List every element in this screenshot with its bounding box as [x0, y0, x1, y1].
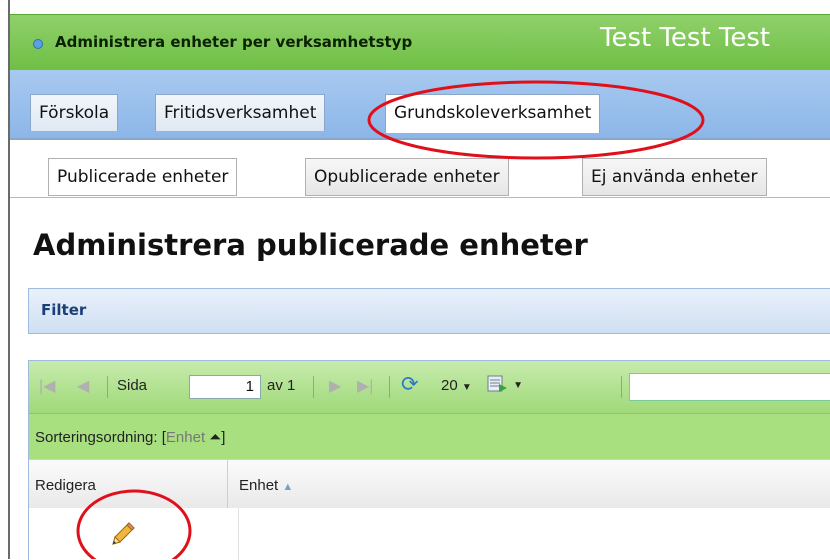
tab-forskola[interactable]: Förskola: [30, 94, 119, 131]
sort-order-label: Sorteringsordning: [: [35, 429, 166, 446]
search-input[interactable]: [629, 373, 830, 401]
sort-close: ]: [221, 429, 226, 446]
column-header-enhet[interactable]: Enhet ▲: [239, 477, 293, 494]
bullet-icon: [33, 39, 43, 49]
page-title: Administrera publicerade enheter: [33, 228, 588, 262]
export-icon: [487, 375, 507, 392]
app-header: Administrera enheter per verksamhetstyp …: [10, 14, 830, 72]
grid-column-header: Redigera Enhet ▲: [29, 459, 830, 509]
toolbar-separator: [107, 376, 108, 398]
last-page-icon[interactable]: ▶|: [357, 376, 373, 396]
page-size-select[interactable]: 20 ▼: [441, 377, 472, 394]
page-number-input[interactable]: 1: [189, 375, 261, 399]
status-tab-divider: [10, 197, 830, 198]
filter-label: Filter: [41, 301, 87, 319]
chevron-down-icon: ▼: [461, 382, 472, 393]
header-title: Administrera enheter per verksamhetstyp: [55, 33, 413, 51]
grid-paging-toolbar: |◀ ◀ Sida 1 av 1 ▶ ▶| ⟳ 20 ▼ ▼: [29, 361, 830, 413]
page-size-value: 20: [441, 377, 458, 394]
status-tab-bar: Publicerade enheter Opublicerade enheter…: [10, 140, 830, 198]
pencil-edit-icon[interactable]: [105, 518, 139, 552]
category-tab-bar: Förskola Fritidsverksamhet Grundskolever…: [10, 70, 830, 138]
tab-ej-anvanda-enheter[interactable]: Ej använda enheter: [582, 158, 767, 196]
column-header-redigera[interactable]: Redigera: [35, 477, 96, 494]
sort-order-text: Sorteringsordning: [Enhet ⏶]: [35, 429, 225, 446]
tab-grundskoleverksamhet[interactable]: Grundskoleverksamhet: [385, 94, 601, 133]
tab-fritidsverksamhet[interactable]: Fritidsverksamhet: [155, 94, 326, 131]
sort-direction-icon[interactable]: ⏶: [209, 429, 221, 446]
tab-opublicerade-enheter[interactable]: Opublicerade enheter: [305, 158, 509, 196]
toolbar-separator: [313, 376, 314, 398]
header-user-name: Test Test Test: [600, 23, 771, 53]
app-window: Administrera enheter per verksamhetstyp …: [0, 0, 830, 560]
refresh-icon[interactable]: ⟳: [401, 372, 419, 397]
table-row: [29, 508, 830, 560]
page-label: Sida: [117, 377, 148, 394]
tab-publicerade-enheter[interactable]: Publicerade enheter: [48, 158, 238, 196]
cell-divider: [238, 508, 239, 560]
sort-order-bar: Sorteringsordning: [Enhet ⏶]: [29, 413, 830, 460]
next-page-icon[interactable]: ▶: [329, 376, 341, 396]
first-page-icon[interactable]: |◀: [39, 376, 55, 396]
prev-page-icon[interactable]: ◀: [77, 376, 89, 396]
sort-field[interactable]: Enhet: [166, 429, 205, 446]
export-menu[interactable]: ▼: [487, 374, 523, 398]
column-divider: [227, 460, 228, 508]
toolbar-separator: [389, 376, 390, 398]
toolbar-separator: [621, 376, 622, 398]
sort-ascending-icon: ▲: [282, 481, 294, 493]
chevron-down-icon: ▼: [513, 380, 524, 391]
column-header-enhet-label: Enhet: [239, 477, 279, 494]
filter-panel-header[interactable]: Filter: [28, 288, 830, 334]
units-grid: |◀ ◀ Sida 1 av 1 ▶ ▶| ⟳ 20 ▼ ▼ Sortering…: [28, 360, 830, 560]
page-count-label: av 1: [267, 377, 296, 394]
